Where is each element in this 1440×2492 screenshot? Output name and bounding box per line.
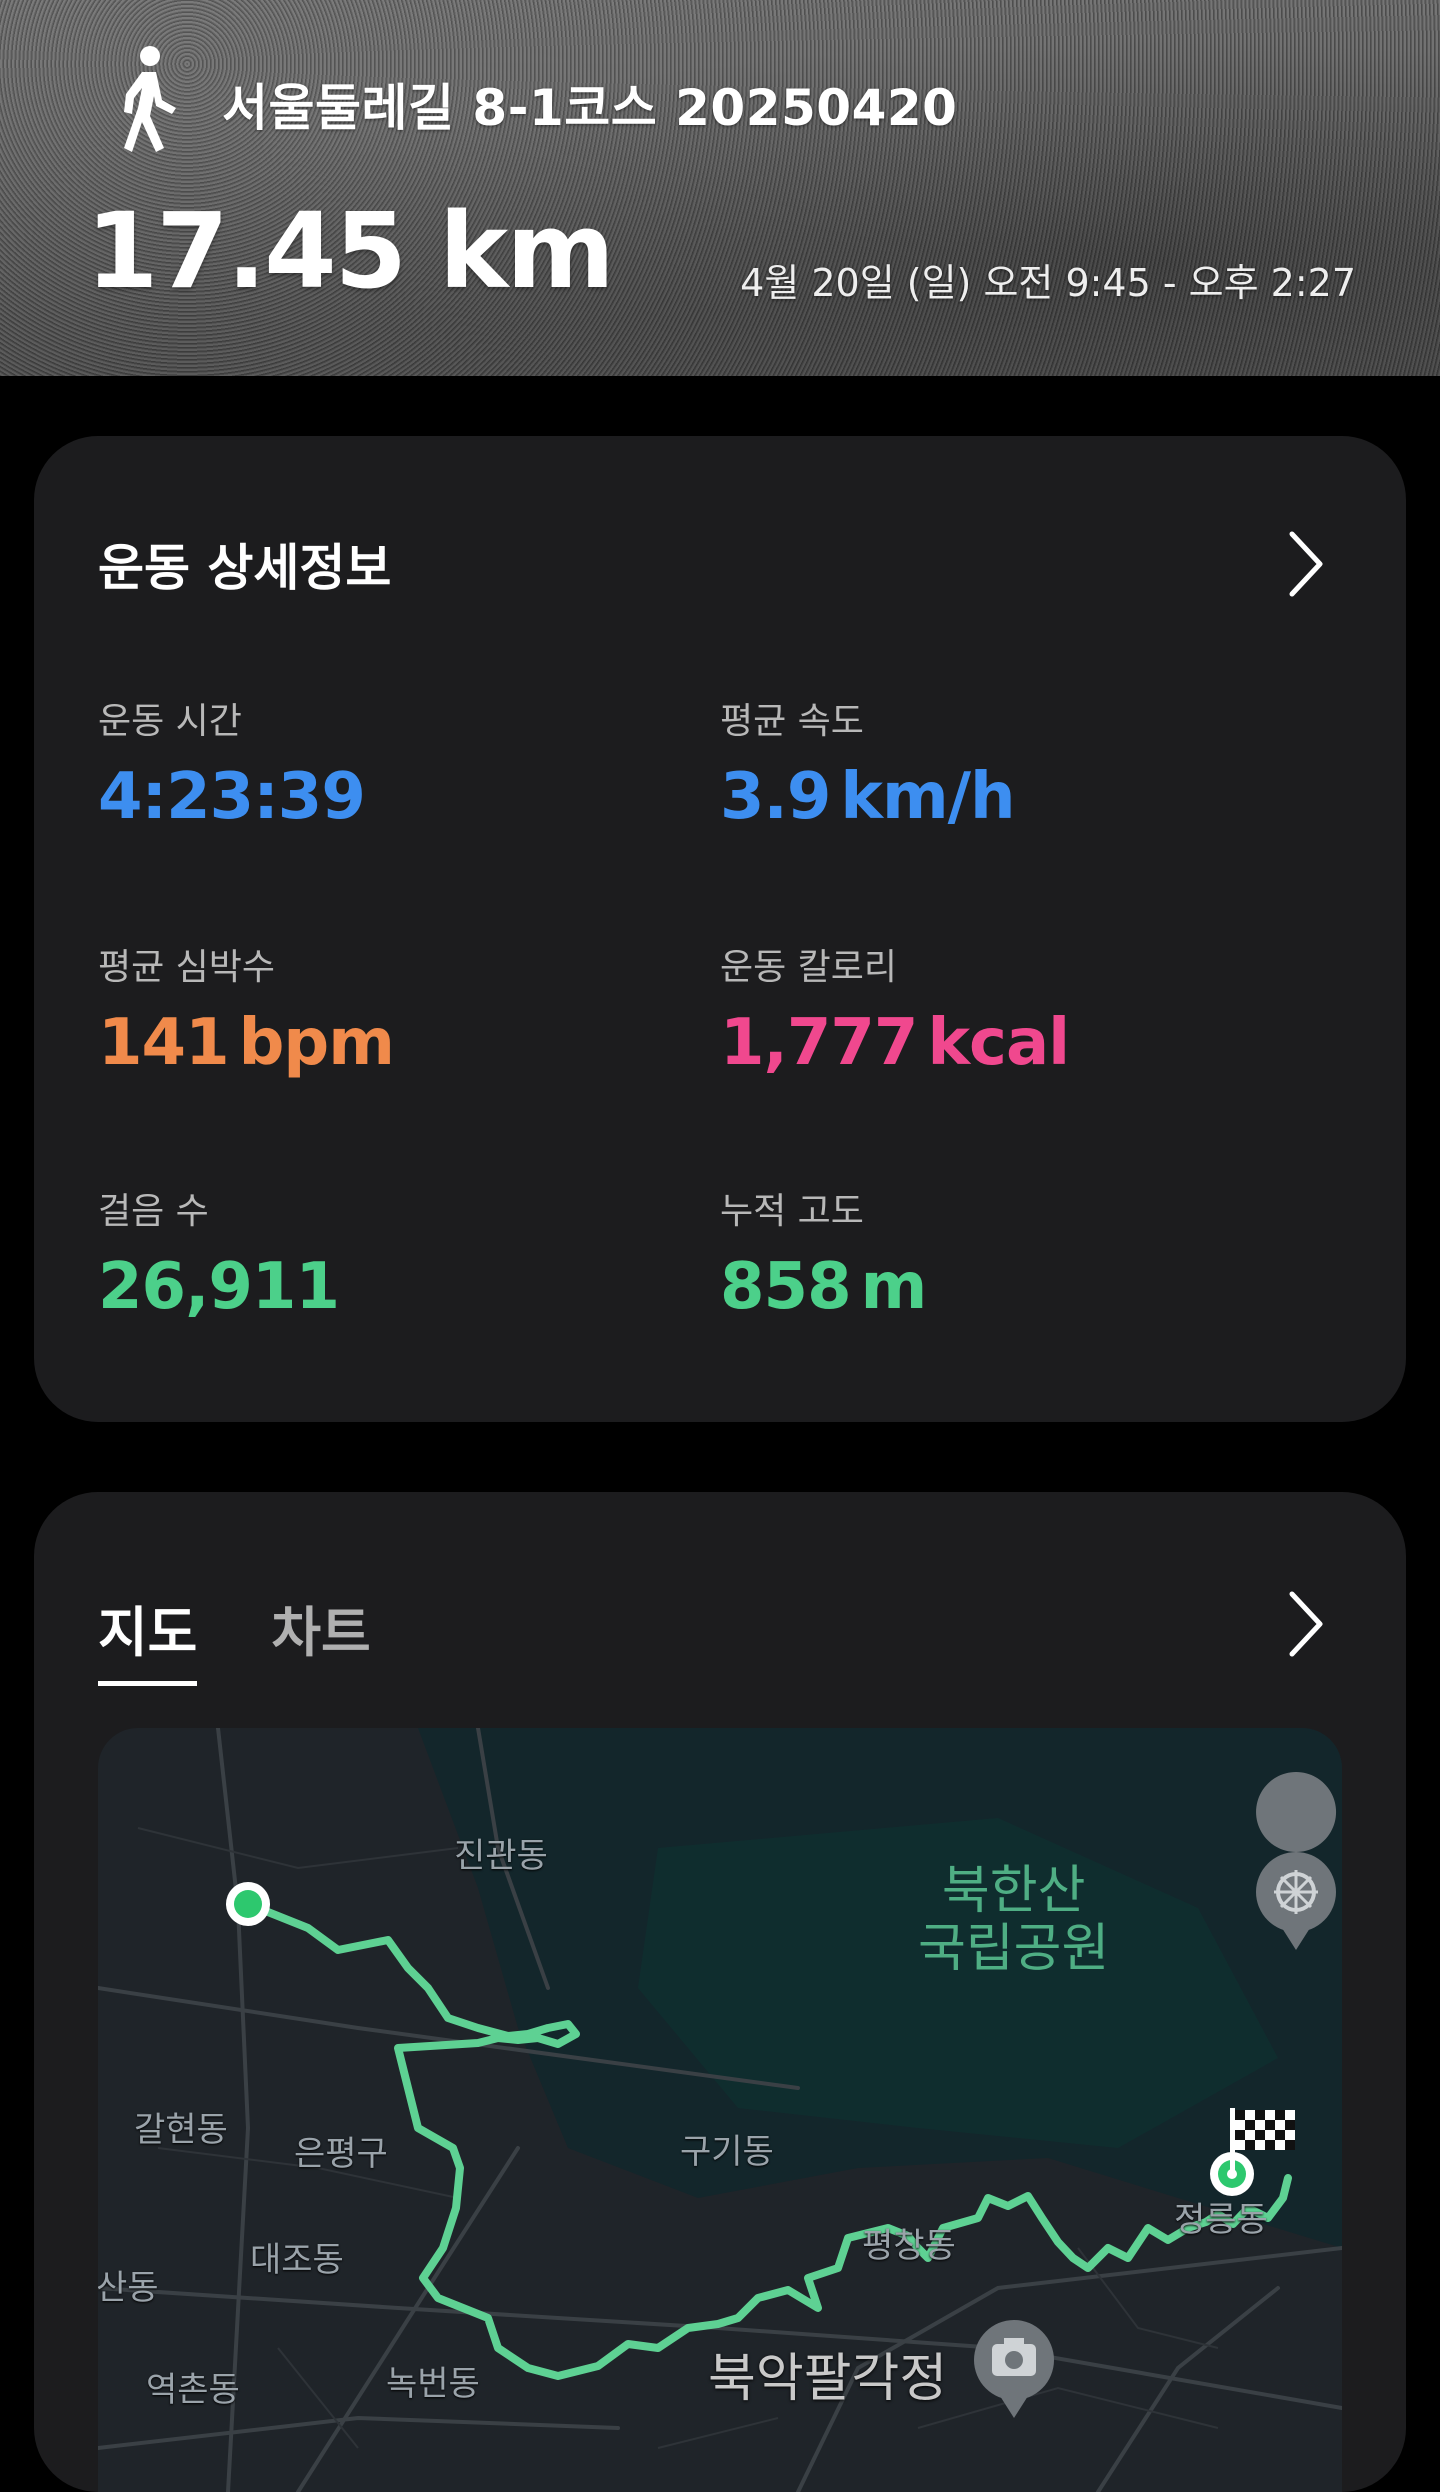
stat-calories: 운동 칼로리 1,777 kcal: [720, 938, 1070, 1080]
map-chart-card: 지도 차트 북한산 국립공원 진관동 갈현동 은평구 구기동 대조동 평창동 정…: [34, 1492, 1406, 2492]
total-distance: 17.45 km: [86, 190, 615, 312]
tab-chart[interactable]: 차트: [271, 1588, 370, 1686]
place-label: 평창동: [862, 2226, 956, 2266]
place-label: 구기동: [680, 2132, 774, 2172]
route-map[interactable]: 북한산 국립공원 진관동 갈현동 은평구 구기동 대조동 평창동 정릉동 산동 …: [98, 1728, 1342, 2492]
stat-value: 26,911: [98, 1250, 340, 1324]
stat-steps: 걸음 수 26,911: [98, 1182, 340, 1324]
place-label: 역촌동: [146, 2370, 240, 2410]
park-label: 북한산 국립공원: [918, 1861, 1110, 1979]
workout-details-card[interactable]: 운동 상세정보 운동 시간 4:23:39 평균 속도 3.9 km/h 평균 심…: [34, 436, 1406, 1422]
details-title: 운동 상세정보: [98, 539, 392, 597]
stat-label: 걸음 수: [98, 1191, 209, 1232]
chevron-right-icon[interactable]: [1286, 1588, 1326, 1660]
stat-label: 평균 심박수: [98, 947, 276, 988]
stat-label: 운동 시간: [98, 701, 242, 742]
place-label: 정릉동: [1174, 2200, 1268, 2240]
place-label: 녹번동: [386, 2364, 480, 2404]
camera-pin-icon: [974, 2320, 1054, 2418]
workout-header: 서울둘레길 8-1코스 20250420 17.45 km 4월 20일 (일)…: [0, 0, 1440, 376]
stat-value: 3.9 km/h: [720, 760, 1016, 834]
stat-label: 운동 칼로리: [720, 947, 898, 988]
place-label: 은평구: [294, 2134, 388, 2174]
stat-value: 4:23:39: [98, 760, 366, 834]
stat-duration: 운동 시간 4:23:39: [98, 692, 366, 834]
map-chart-tabs: 지도 차트: [98, 1588, 371, 1686]
tab-map[interactable]: 지도: [98, 1588, 198, 1686]
stat-value: 858 m: [720, 1250, 927, 1324]
workout-time-range: 4월 20일 (일) 오전 9:45 - 오후 2:27: [740, 261, 1356, 305]
place-label: 대조동: [250, 2240, 344, 2280]
stat-value: 1,777 kcal: [720, 1006, 1070, 1080]
place-label: 진관동: [454, 1836, 548, 1876]
place-label: 갈현동: [134, 2110, 228, 2150]
walking-person-icon: [112, 44, 184, 156]
stat-elevation-gain: 누적 고도 858 m: [720, 1182, 927, 1324]
stat-label: 누적 고도: [720, 1191, 864, 1232]
chevron-right-icon[interactable]: [1286, 528, 1326, 600]
stat-avg-heart-rate: 평균 심박수 141 bpm: [98, 938, 395, 1080]
stat-value: 141 bpm: [98, 1006, 395, 1080]
poi-label: 북악팔각정: [708, 2349, 948, 2409]
workout-title: 서울둘레길 8-1코스 20250420: [222, 79, 958, 137]
stat-avg-speed: 평균 속도 3.9 km/h: [720, 692, 1016, 834]
place-label: 산동: [98, 2268, 159, 2308]
stat-label: 평균 속도: [720, 701, 864, 742]
